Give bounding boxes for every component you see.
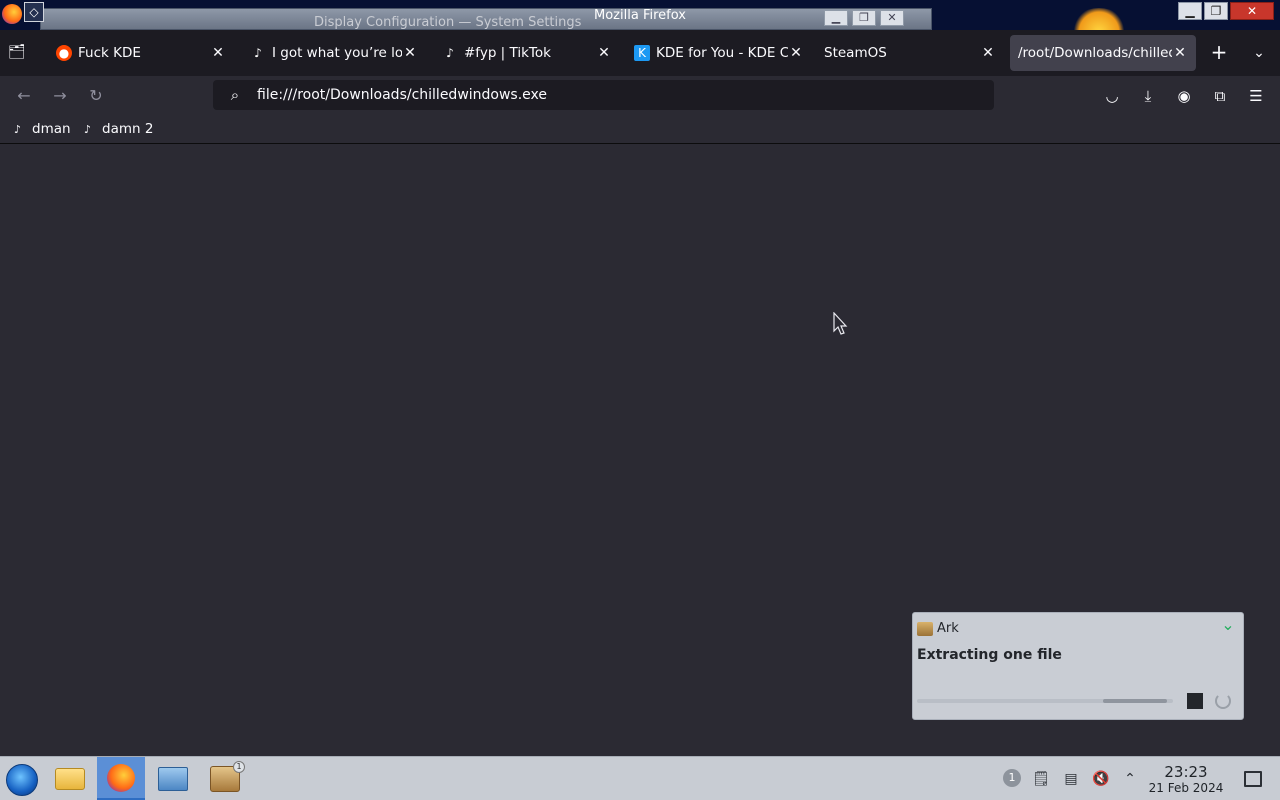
tab-fyp-tiktok[interactable]: ♪ #fyp | TikTok ✕: [434, 35, 620, 71]
downloads-icon[interactable]: ⤓: [1136, 84, 1160, 108]
clock-time: 23:23: [1164, 763, 1208, 781]
collapse-chevron-icon[interactable]: ⌄: [1217, 617, 1239, 635]
navigation-toolbar: ← → ↻ ⌕ file:///root/Downloads/chilledwi…: [0, 76, 1280, 116]
taskbar: 1 1 🗒 ▤ 🔇 ⌃ 23:23 21 Feb 2024: [0, 756, 1280, 800]
url-bar[interactable]: ⌕ file:///root/Downloads/chilledwindows.…: [213, 80, 994, 110]
tab-close-icon[interactable]: ✕: [402, 45, 418, 61]
tab-fuck-kde[interactable]: ● Fuck KDE ✕: [48, 35, 234, 71]
volume-muted-icon[interactable]: 🔇: [1091, 769, 1111, 789]
notification-header: Ark: [917, 621, 959, 636]
clock[interactable]: 23:23 21 Feb 2024: [1146, 763, 1226, 795]
task-count-badge: 1: [233, 761, 245, 773]
clipboard-icon[interactable]: ▤: [1061, 769, 1081, 789]
maximize-button[interactable]: ❐: [1204, 2, 1228, 20]
tab-close-icon[interactable]: ✕: [788, 45, 804, 61]
tab-label: I got what you’re looking for: [272, 45, 402, 61]
stop-icon[interactable]: [1187, 693, 1203, 709]
taskbar-system-settings[interactable]: [149, 757, 197, 800]
url-text[interactable]: file:///root/Downloads/chilledwindows.ex…: [257, 87, 547, 103]
notification-app-name: Ark: [937, 621, 959, 636]
tab-label: SteamOS: [824, 45, 887, 61]
window-controls: ▁ ❐ ✕: [1178, 2, 1274, 20]
ark-icon: [917, 621, 933, 636]
tab-label: #fyp | TikTok: [464, 45, 551, 61]
clock-date: 21 Feb 2024: [1148, 781, 1224, 795]
show-desktop-icon[interactable]: [1244, 771, 1262, 787]
tab-label: Fuck KDE: [78, 45, 141, 61]
mouse-cursor-icon: [833, 312, 848, 335]
taskbar-firefox[interactable]: [97, 757, 145, 800]
bookmark-label: dman: [32, 121, 71, 137]
start-menu-icon[interactable]: [6, 764, 38, 796]
tiktok-icon: ♪: [254, 46, 262, 60]
reload-icon[interactable]: ↻: [84, 84, 108, 108]
tab-tiktok-looking[interactable]: ♪ I got what you’re looking for ✕: [242, 35, 426, 71]
tiktok-icon: ♪: [14, 122, 22, 136]
ark-notification[interactable]: Ark ⌄ Extracting one file: [912, 612, 1244, 720]
tab-label: /root/Downloads/chilledwindows.exe: [1018, 45, 1172, 61]
firefox-icon: [107, 763, 135, 792]
notifications-count-icon[interactable]: 1: [1003, 769, 1021, 787]
folder-icon: [55, 768, 85, 790]
tiktok-icon: ♪: [446, 46, 454, 60]
bookmark-dman[interactable]: ♪ dman: [14, 121, 71, 137]
reddit-icon: ●: [56, 45, 72, 61]
busy-spinner-icon: [1215, 693, 1231, 709]
window-title: Mozilla Firefox: [594, 8, 686, 23]
taskbar-ark[interactable]: 1: [201, 757, 249, 800]
pocket-icon[interactable]: ◡: [1100, 84, 1124, 108]
tab-label: KDE for You - KDE Community: [656, 45, 788, 61]
kde-icon: K: [634, 45, 650, 61]
account-icon[interactable]: ◉: [1172, 84, 1196, 108]
tray-expand-icon[interactable]: ⌃: [1120, 769, 1140, 789]
tiktok-icon: ♪: [84, 122, 92, 136]
forward-arrow-icon[interactable]: →: [48, 84, 72, 108]
minimize-button[interactable]: ▁: [1178, 2, 1202, 20]
taskbar-file-manager[interactable]: [46, 757, 94, 800]
bookmark-damn-2[interactable]: ♪ damn 2: [84, 121, 153, 137]
notification-message: Extracting one file: [917, 647, 1062, 663]
tab-close-icon[interactable]: ✕: [210, 45, 226, 61]
hamburger-menu-icon[interactable]: ☰: [1244, 84, 1268, 108]
bookmark-label: damn 2: [102, 121, 154, 137]
tab-close-icon[interactable]: ✕: [596, 45, 612, 61]
tab-steamos[interactable]: SteamOS ✕: [818, 35, 1004, 71]
new-tab-icon[interactable]: +: [1208, 42, 1230, 64]
back-arrow-icon[interactable]: ←: [12, 84, 36, 108]
klipper-icon[interactable]: 🗒: [1031, 769, 1051, 789]
progress-fill: [1103, 699, 1167, 703]
window-titlebar: Display Configuration — System Settings …: [0, 0, 1280, 30]
extensions-icon[interactable]: ⧉: [1208, 84, 1232, 108]
search-icon: ⌕: [230, 86, 240, 104]
tab-close-icon[interactable]: ✕: [980, 45, 996, 61]
tab-strip: 🗂 ● Fuck KDE ✕ ♪ I got what you’re looki…: [0, 30, 1280, 76]
bookmarks-toolbar: ♪ dman ♪ damn 2: [0, 116, 1280, 144]
tab-close-icon[interactable]: ✕: [1172, 45, 1188, 61]
tab-chilledwindows[interactable]: /root/Downloads/chilledwindows.exe ✕: [1010, 35, 1196, 71]
system-settings-icon: [158, 767, 188, 791]
tab-kde-for-you[interactable]: K KDE for You - KDE Community ✕: [626, 35, 812, 71]
close-button[interactable]: ✕: [1230, 2, 1274, 20]
list-all-tabs-icon[interactable]: ⌄: [1248, 42, 1270, 64]
progress-bar: [917, 699, 1173, 703]
firefox-view-icon[interactable]: 🗂: [8, 44, 30, 62]
